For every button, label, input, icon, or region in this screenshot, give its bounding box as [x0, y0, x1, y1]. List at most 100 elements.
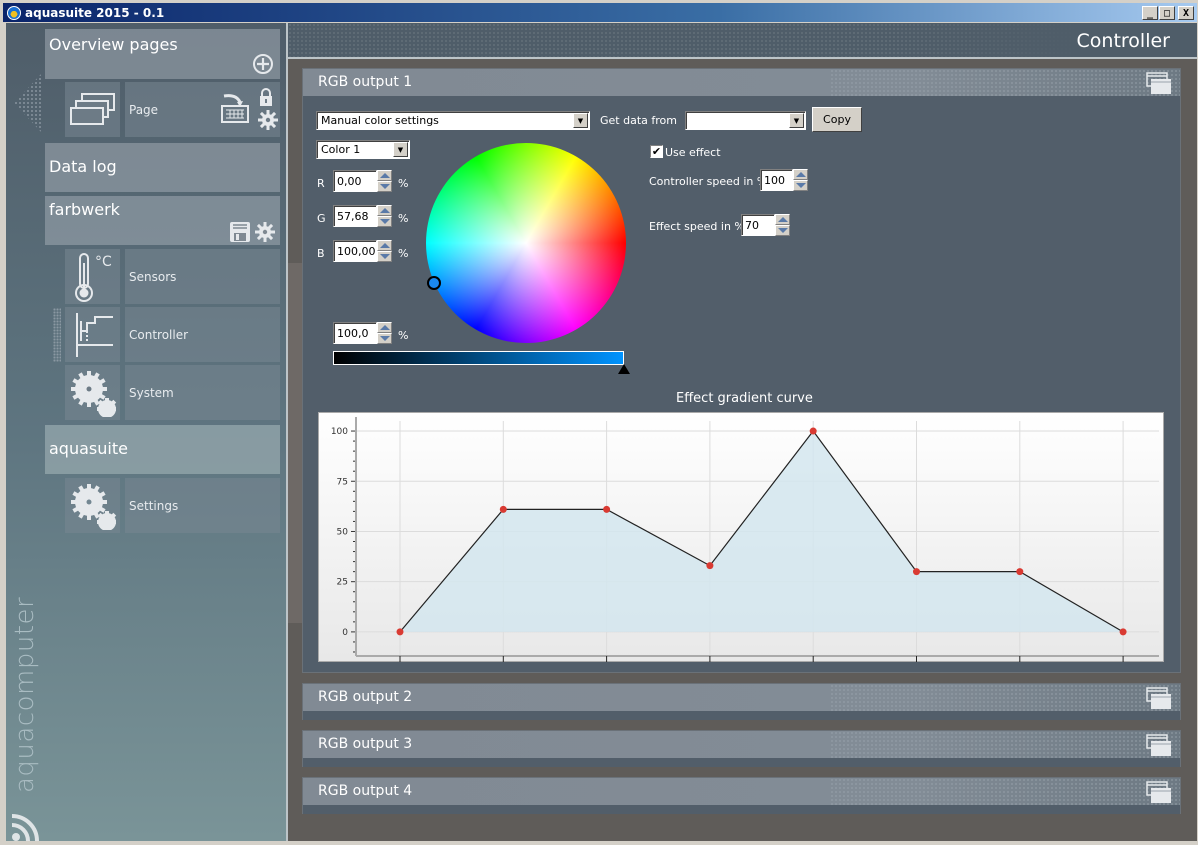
collapse-panel-icon[interactable] [1146, 71, 1172, 95]
effect-speed-input[interactable]: 70 [741, 214, 775, 236]
thermometer-icon: °C [74, 252, 112, 302]
sidebar-header-aquasuite[interactable]: aquasuite [45, 425, 280, 474]
get-data-from-dropdown[interactable]: ▼ [685, 111, 806, 130]
data-point[interactable] [809, 427, 817, 435]
spin-up-icon [379, 325, 390, 330]
r-percent: % [398, 177, 409, 190]
maximize-button[interactable]: □ [1159, 6, 1175, 20]
minimize-button[interactable]: _ [1142, 6, 1158, 20]
rgb-output-3-label: RGB output 3 [318, 736, 413, 752]
chart-title: Effect gradient curve [676, 391, 813, 406]
controller-speed-spinner[interactable] [793, 169, 808, 191]
r-value-input[interactable]: 0,00 [333, 170, 377, 192]
gear-icon[interactable] [258, 110, 278, 130]
expand-panel-icon[interactable] [1146, 686, 1172, 710]
effect-speed-label: Effect speed in % [649, 220, 745, 233]
brand-logo: aquacomputer [10, 596, 40, 793]
color-select-value: Color 1 [321, 143, 361, 156]
spin-up-icon [379, 208, 390, 213]
data-point[interactable] [499, 505, 507, 513]
use-effect-label: Use effect [665, 146, 721, 159]
add-circle-icon[interactable] [252, 53, 274, 75]
settings-tile-icon[interactable] [65, 478, 120, 533]
b-spinner[interactable] [377, 240, 392, 262]
lock-icon[interactable] [258, 87, 274, 107]
use-effect-checkbox[interactable]: ✔ [650, 145, 663, 158]
pages-icon [69, 92, 115, 125]
system-tile-icon[interactable] [65, 365, 120, 420]
copy-button[interactable]: Copy [812, 107, 862, 132]
r-label: R [317, 177, 325, 190]
sensors-label: Sensors [129, 269, 177, 284]
chart-svg[interactable]: 0 25 50 75 100 [319, 413, 1165, 663]
settings-label: Settings [129, 498, 179, 513]
data-point[interactable] [1016, 568, 1024, 576]
color-wheel-marker[interactable] [427, 276, 441, 290]
rgb-output-4-panel: RGB output 4 [302, 777, 1181, 814]
expand-panel-icon[interactable] [1146, 780, 1172, 804]
rgb-output-1-label: RGB output 1 [318, 74, 413, 90]
gears-icon [70, 483, 116, 530]
data-point[interactable] [396, 628, 404, 636]
brightness-slider-track[interactable] [333, 351, 624, 365]
data-point[interactable] [706, 562, 714, 570]
sidebar-header-overview-pages[interactable]: Overview pages [45, 29, 280, 79]
expand-panel-icon[interactable] [1146, 733, 1172, 757]
sidebar-item-system[interactable]: System [125, 365, 280, 420]
sidebar: Overview pages Page Data log farbwerk °C… [6, 23, 286, 841]
g-spinner[interactable] [377, 205, 392, 227]
rgb-output-3-header[interactable]: RGB output 3 [303, 731, 1180, 758]
controller-tile-icon[interactable] [65, 307, 120, 362]
effect-speed-spinner[interactable] [775, 214, 790, 236]
controller-speed-label: Controller speed in % [649, 175, 768, 188]
data-point[interactable] [1119, 628, 1127, 636]
page-header: Controller [288, 23, 1197, 59]
color-select-dropdown[interactable]: Color 1 ▼ [316, 140, 410, 159]
spin-down-icon [795, 183, 806, 188]
sidebar-item-controller[interactable]: Controller [125, 307, 280, 362]
r-spinner[interactable] [377, 170, 392, 192]
collapse-handle[interactable] [14, 73, 42, 133]
page-tile-icon[interactable] [65, 82, 120, 137]
sidebar-item-settings[interactable]: Settings [125, 478, 280, 533]
color-wheel[interactable] [426, 143, 626, 343]
g-value-input[interactable]: 57,68 [333, 205, 377, 227]
b-value-input[interactable]: 100,00 [333, 240, 377, 262]
color-mode-dropdown[interactable]: Manual color settings ▼ [316, 111, 590, 130]
close-button[interactable]: X [1178, 6, 1194, 20]
y-tick-label: 100 [331, 427, 348, 437]
brightness-percent: % [398, 329, 409, 342]
spin-down-icon [379, 336, 390, 341]
chevron-down-icon[interactable]: ▼ [789, 113, 804, 128]
controller-curve-icon [75, 312, 113, 357]
gears-icon [70, 370, 116, 417]
main-content: Controller RGB output 1 Manual color set… [286, 23, 1197, 841]
rgb-output-1-header[interactable]: RGB output 1 [303, 69, 1180, 96]
sidebar-item-sensors[interactable]: Sensors [125, 249, 280, 304]
controller-speed-input[interactable]: 100 [760, 169, 793, 191]
gear-icon[interactable] [255, 222, 275, 242]
aquasuite-logo-icon [7, 5, 21, 20]
brightness-spinner[interactable] [377, 322, 392, 344]
brightness-slider-thumb[interactable] [618, 364, 630, 374]
data-point[interactable] [913, 568, 920, 576]
data-point[interactable] [603, 505, 611, 513]
sensors-tile-icon[interactable]: °C [65, 249, 120, 304]
rgb-output-1-panel: RGB output 1 Manual color settings ▼ Get… [302, 68, 1181, 673]
page-title: Controller [1076, 30, 1170, 52]
sidebar-item-page[interactable]: Page [125, 82, 280, 137]
rgb-output-4-label: RGB output 4 [318, 783, 413, 799]
chevron-down-icon[interactable]: ▼ [393, 142, 408, 157]
feed-icon[interactable] [10, 813, 40, 841]
brightness-input[interactable]: 100,0 [333, 322, 377, 344]
color-mode-value: Manual color settings [321, 114, 439, 127]
rgb-output-2-header[interactable]: RGB output 2 [303, 684, 1180, 711]
spin-up-icon [795, 172, 806, 177]
monitor-import-icon[interactable] [220, 92, 250, 126]
chevron-down-icon[interactable]: ▼ [573, 113, 588, 128]
sidebar-header-farbwerk[interactable]: farbwerk [45, 196, 280, 245]
sidebar-header-data-log[interactable]: Data log [45, 143, 280, 192]
rgb-output-4-header[interactable]: RGB output 4 [303, 778, 1180, 805]
save-icon[interactable] [230, 222, 250, 242]
g-percent: % [398, 212, 409, 225]
